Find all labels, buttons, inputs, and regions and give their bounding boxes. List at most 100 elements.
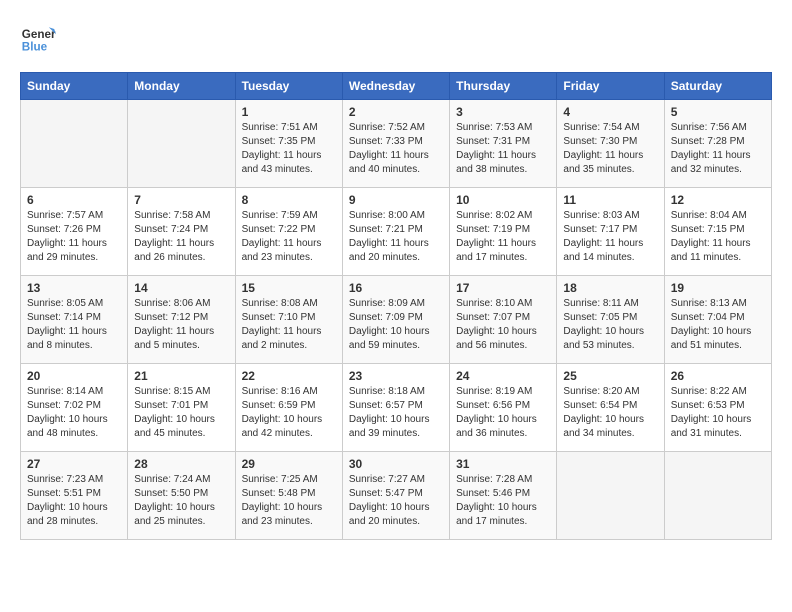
weekday-header-thursday: Thursday bbox=[450, 73, 557, 100]
cell-info: Sunrise: 8:03 AM Sunset: 7:17 PM Dayligh… bbox=[563, 209, 657, 265]
calendar-cell bbox=[664, 452, 771, 540]
calendar-cell: 18 Sunrise: 8:11 AM Sunset: 7:05 PM Dayli… bbox=[557, 276, 664, 364]
calendar-cell: 22Sunrise: 8:16 AM Sunset: 6:59 PM Dayli… bbox=[235, 364, 342, 452]
page-header: General Blue bbox=[20, 20, 772, 56]
calendar-cell bbox=[557, 452, 664, 540]
cell-info: Sunrise: 8:19 AM Sunset: 6:56 PM Dayligh… bbox=[456, 385, 550, 441]
cell-info: Sunrise: 8:16 AM Sunset: 6:59 PM Dayligh… bbox=[242, 385, 336, 441]
cell-info: Sunrise: 7:57 AM Sunset: 7:26 PM Dayligh… bbox=[27, 209, 121, 265]
calendar-week-4: 20 Sunrise: 8:14 AM Sunset: 7:02 PM Dayli… bbox=[21, 364, 772, 452]
day-number: 20 bbox=[27, 369, 121, 383]
day-number: 6 bbox=[27, 193, 121, 207]
calendar-cell: 17 Sunrise: 8:10 AM Sunset: 7:07 PM Dayli… bbox=[450, 276, 557, 364]
calendar-cell: 16Sunrise: 8:09 AM Sunset: 7:09 PM Dayli… bbox=[342, 276, 449, 364]
cell-info: Sunrise: 8:09 AM Sunset: 7:09 PM Dayligh… bbox=[349, 297, 443, 353]
calendar-week-5: 27 Sunrise: 7:23 AM Sunset: 5:51 PM Dayli… bbox=[21, 452, 772, 540]
calendar-cell: 7 Sunrise: 7:58 AM Sunset: 7:24 PM Daylig… bbox=[128, 188, 235, 276]
day-number: 7 bbox=[134, 193, 228, 207]
cell-info: Sunrise: 7:51 AM Sunset: 7:35 PM Dayligh… bbox=[242, 121, 336, 177]
day-number: 21 bbox=[134, 369, 228, 383]
calendar-cell: 11 Sunrise: 8:03 AM Sunset: 7:17 PM Dayli… bbox=[557, 188, 664, 276]
day-number: 18 bbox=[563, 281, 657, 295]
cell-info: Sunrise: 8:00 AM Sunset: 7:21 PM Dayligh… bbox=[349, 209, 443, 265]
day-number: 2 bbox=[349, 105, 443, 119]
day-number: 27 bbox=[27, 457, 121, 471]
day-number: 3 bbox=[456, 105, 550, 119]
calendar-cell: 19 Sunrise: 8:13 AM Sunset: 7:04 PM Dayli… bbox=[664, 276, 771, 364]
day-number: 13 bbox=[27, 281, 121, 295]
weekday-header-sunday: Sunday bbox=[21, 73, 128, 100]
cell-info: Sunrise: 8:08 AM Sunset: 7:10 PM Dayligh… bbox=[242, 297, 336, 353]
calendar-cell: 14 Sunrise: 8:06 AM Sunset: 7:12 PM Dayli… bbox=[128, 276, 235, 364]
cell-info: Sunrise: 7:54 AM Sunset: 7:30 PM Dayligh… bbox=[563, 121, 657, 177]
cell-info: Sunrise: 8:18 AM Sunset: 6:57 PM Dayligh… bbox=[349, 385, 443, 441]
cell-info: Sunrise: 8:05 AM Sunset: 7:14 PM Dayligh… bbox=[27, 297, 121, 353]
calendar-cell: 26 Sunrise: 8:22 AM Sunset: 6:53 PM Dayli… bbox=[664, 364, 771, 452]
day-number: 24 bbox=[456, 369, 550, 383]
calendar-cell: 24 Sunrise: 8:19 AM Sunset: 6:56 PM Dayli… bbox=[450, 364, 557, 452]
day-number: 11 bbox=[563, 193, 657, 207]
cell-info: Sunrise: 8:13 AM Sunset: 7:04 PM Dayligh… bbox=[671, 297, 765, 353]
calendar-cell: 1 Sunrise: 7:51 AM Sunset: 7:35 PM Daylig… bbox=[235, 100, 342, 188]
calendar-cell: 25Sunrise: 8:20 AM Sunset: 6:54 PM Dayli… bbox=[557, 364, 664, 452]
day-number: 4 bbox=[563, 105, 657, 119]
cell-info: Sunrise: 8:14 AM Sunset: 7:02 PM Dayligh… bbox=[27, 385, 121, 441]
calendar-cell: 6 Sunrise: 7:57 AM Sunset: 7:26 PM Daylig… bbox=[21, 188, 128, 276]
day-number: 14 bbox=[134, 281, 228, 295]
calendar-cell: 28 Sunrise: 7:24 AM Sunset: 5:50 PM Dayli… bbox=[128, 452, 235, 540]
svg-text:Blue: Blue bbox=[22, 41, 48, 54]
calendar-cell: 23 Sunrise: 8:18 AM Sunset: 6:57 PM Dayli… bbox=[342, 364, 449, 452]
day-number: 26 bbox=[671, 369, 765, 383]
day-number: 30 bbox=[349, 457, 443, 471]
day-number: 5 bbox=[671, 105, 765, 119]
calendar-cell: 4 Sunrise: 7:54 AM Sunset: 7:30 PM Daylig… bbox=[557, 100, 664, 188]
calendar-cell: 9 Sunrise: 8:00 AM Sunset: 7:21 PM Daylig… bbox=[342, 188, 449, 276]
calendar-cell: 2 Sunrise: 7:52 AM Sunset: 7:33 PM Daylig… bbox=[342, 100, 449, 188]
weekday-header-tuesday: Tuesday bbox=[235, 73, 342, 100]
calendar-week-1: 1 Sunrise: 7:51 AM Sunset: 7:35 PM Daylig… bbox=[21, 100, 772, 188]
cell-info: Sunrise: 7:28 AM Sunset: 5:46 PM Dayligh… bbox=[456, 473, 550, 529]
day-number: 1 bbox=[242, 105, 336, 119]
logo-icon: General Blue bbox=[20, 20, 56, 56]
calendar-cell: 8Sunrise: 7:59 AM Sunset: 7:22 PM Daylig… bbox=[235, 188, 342, 276]
calendar-cell: 29Sunrise: 7:25 AM Sunset: 5:48 PM Dayli… bbox=[235, 452, 342, 540]
cell-info: Sunrise: 8:06 AM Sunset: 7:12 PM Dayligh… bbox=[134, 297, 228, 353]
day-number: 17 bbox=[456, 281, 550, 295]
svg-text:General: General bbox=[22, 28, 56, 41]
cell-info: Sunrise: 7:58 AM Sunset: 7:24 PM Dayligh… bbox=[134, 209, 228, 265]
day-number: 31 bbox=[456, 457, 550, 471]
calendar-cell bbox=[128, 100, 235, 188]
cell-info: Sunrise: 7:23 AM Sunset: 5:51 PM Dayligh… bbox=[27, 473, 121, 529]
calendar-cell: 13 Sunrise: 8:05 AM Sunset: 7:14 PM Dayli… bbox=[21, 276, 128, 364]
day-number: 23 bbox=[349, 369, 443, 383]
calendar-cell: 21 Sunrise: 8:15 AM Sunset: 7:01 PM Dayli… bbox=[128, 364, 235, 452]
cell-info: Sunrise: 8:20 AM Sunset: 6:54 PM Dayligh… bbox=[563, 385, 657, 441]
cell-info: Sunrise: 7:24 AM Sunset: 5:50 PM Dayligh… bbox=[134, 473, 228, 529]
calendar-cell: 3 Sunrise: 7:53 AM Sunset: 7:31 PM Daylig… bbox=[450, 100, 557, 188]
cell-info: Sunrise: 8:22 AM Sunset: 6:53 PM Dayligh… bbox=[671, 385, 765, 441]
day-number: 19 bbox=[671, 281, 765, 295]
day-number: 8 bbox=[242, 193, 336, 207]
cell-info: Sunrise: 8:10 AM Sunset: 7:07 PM Dayligh… bbox=[456, 297, 550, 353]
cell-info: Sunrise: 7:56 AM Sunset: 7:28 PM Dayligh… bbox=[671, 121, 765, 177]
calendar-cell bbox=[21, 100, 128, 188]
calendar-table: SundayMondayTuesdayWednesdayThursdayFrid… bbox=[20, 72, 772, 540]
calendar-cell: 30Sunrise: 7:27 AM Sunset: 5:47 PM Dayli… bbox=[342, 452, 449, 540]
cell-info: Sunrise: 8:15 AM Sunset: 7:01 PM Dayligh… bbox=[134, 385, 228, 441]
calendar-cell: 15Sunrise: 8:08 AM Sunset: 7:10 PM Dayli… bbox=[235, 276, 342, 364]
cell-info: Sunrise: 8:11 AM Sunset: 7:05 PM Dayligh… bbox=[563, 297, 657, 353]
weekday-header-wednesday: Wednesday bbox=[342, 73, 449, 100]
calendar-cell: 31 Sunrise: 7:28 AM Sunset: 5:46 PM Dayli… bbox=[450, 452, 557, 540]
day-number: 12 bbox=[671, 193, 765, 207]
cell-info: Sunrise: 7:52 AM Sunset: 7:33 PM Dayligh… bbox=[349, 121, 443, 177]
day-number: 10 bbox=[456, 193, 550, 207]
calendar-cell: 10 Sunrise: 8:02 AM Sunset: 7:19 PM Dayli… bbox=[450, 188, 557, 276]
calendar-week-2: 6 Sunrise: 7:57 AM Sunset: 7:26 PM Daylig… bbox=[21, 188, 772, 276]
weekday-header-monday: Monday bbox=[128, 73, 235, 100]
cell-info: Sunrise: 7:53 AM Sunset: 7:31 PM Dayligh… bbox=[456, 121, 550, 177]
calendar-cell: 20 Sunrise: 8:14 AM Sunset: 7:02 PM Dayli… bbox=[21, 364, 128, 452]
day-number: 9 bbox=[349, 193, 443, 207]
calendar-week-3: 13 Sunrise: 8:05 AM Sunset: 7:14 PM Dayli… bbox=[21, 276, 772, 364]
cell-info: Sunrise: 8:02 AM Sunset: 7:19 PM Dayligh… bbox=[456, 209, 550, 265]
day-number: 28 bbox=[134, 457, 228, 471]
